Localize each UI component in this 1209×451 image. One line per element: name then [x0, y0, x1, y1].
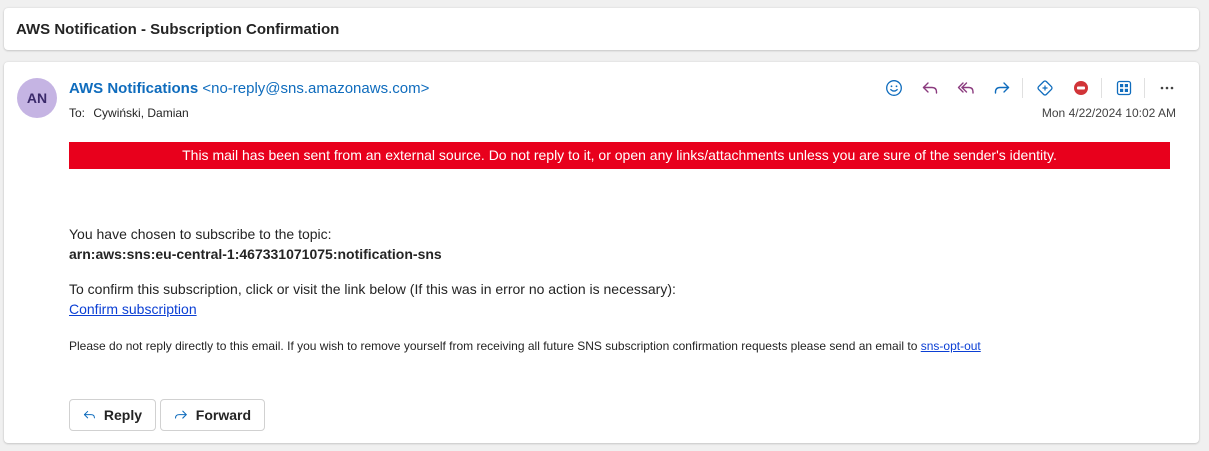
opt-out-link[interactable]: sns-opt-out	[921, 339, 981, 353]
received-date: Mon 4/22/2024 10:02 AM	[1041, 106, 1176, 120]
sender-avatar[interactable]: AN	[17, 78, 57, 118]
immersive-reader-icon[interactable]	[1031, 76, 1059, 100]
forward-icon[interactable]	[988, 76, 1016, 100]
reply-icon[interactable]	[916, 76, 944, 100]
topic-intro-text: You have chosen to subscribe to the topi…	[69, 226, 332, 242]
recipient-name[interactable]: Cywiński, Damian	[93, 106, 188, 120]
reply-label: Reply	[103, 407, 142, 423]
email-subject: AWS Notification - Subscription Confirma…	[16, 21, 340, 38]
forward-label: Forward	[195, 407, 251, 423]
confirm-subscription-link[interactable]: Confirm subscription	[69, 301, 197, 317]
reply-all-icon[interactable]	[952, 76, 980, 100]
opt-out-note: Please do not reply directly to this ema…	[69, 339, 981, 353]
report-icon[interactable]	[1067, 76, 1095, 100]
sender-line[interactable]: AWS Notifications <no-reply@sns.amazonaw…	[69, 80, 429, 97]
topic-arn: arn:aws:sns:eu-central-1:467331071075:no…	[69, 246, 442, 262]
message-toolbar	[872, 76, 1181, 100]
sender-name[interactable]: AWS Notifications	[69, 80, 198, 97]
confirm-instructions: To confirm this subscription, click or v…	[69, 281, 676, 297]
to-label: To:	[69, 106, 86, 120]
apps-icon[interactable]	[1110, 76, 1138, 100]
reply-button[interactable]: Reply	[69, 399, 156, 431]
recipient-line: To: Cywiński, Damian	[69, 106, 189, 120]
subject-header: AWS Notification - Subscription Confirma…	[4, 8, 1199, 50]
toolbar-divider	[1101, 78, 1102, 98]
forward-button[interactable]: Forward	[160, 399, 265, 431]
reply-icon	[83, 410, 95, 419]
message-card: AN AWS Notifications <no-reply@sns.amazo…	[4, 62, 1199, 443]
toolbar-divider	[1022, 78, 1023, 98]
opt-out-text: Please do not reply directly to this ema…	[69, 339, 921, 353]
more-icon[interactable]	[1153, 76, 1181, 100]
forward-icon	[174, 410, 187, 419]
sender-email[interactable]: <no-reply@sns.amazonaws.com>	[202, 80, 429, 97]
emoji-icon[interactable]	[880, 76, 908, 100]
toolbar-divider	[1144, 78, 1145, 98]
external-sender-warning: This mail has been sent from an external…	[69, 142, 1170, 169]
